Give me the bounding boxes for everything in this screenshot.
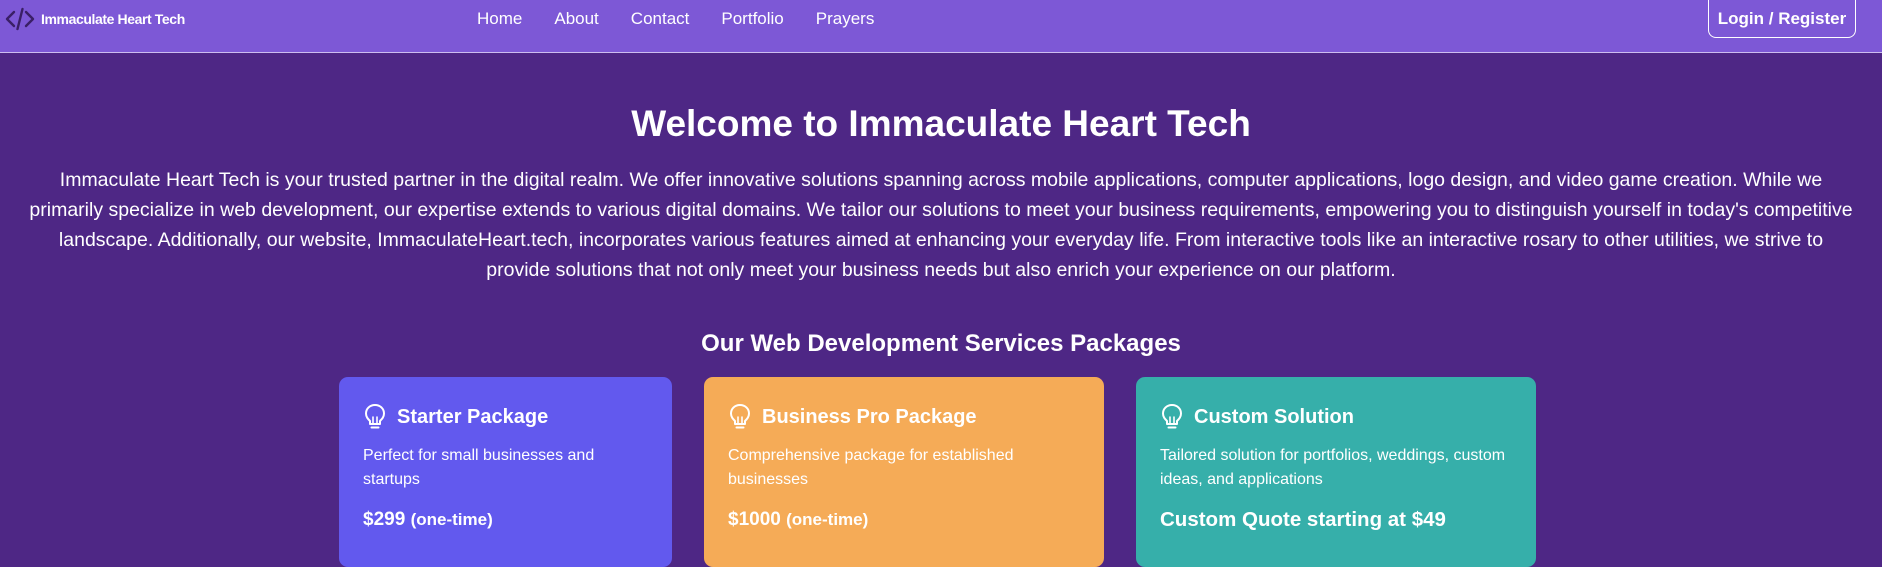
price-amount: $299: [363, 509, 406, 530]
main-nav: Home About Contact Portfolio Prayers: [477, 8, 906, 30]
card-price: $1000 (one-time): [728, 507, 1080, 533]
lightbulb-icon: [730, 404, 750, 429]
price-note: (one-time): [410, 510, 493, 529]
card-header: Business Pro Package: [728, 402, 1080, 432]
hero-title: Welcome to Immaculate Heart Tech: [631, 103, 1251, 144]
package-card-custom-solution[interactable]: Custom Solution Tailored solution for po…: [1136, 377, 1536, 567]
nav-link-home[interactable]: Home: [477, 8, 522, 30]
nav-link-contact[interactable]: Contact: [631, 8, 690, 30]
nav-link-prayers[interactable]: Prayers: [816, 8, 875, 30]
lightbulb-icon: [1162, 404, 1182, 429]
brand-name: Immaculate Heart Tech: [41, 11, 185, 27]
packages-heading: Our Web Development Services Packages: [701, 330, 1181, 357]
hero-description: Immaculate Heart Tech is your trusted pa…: [29, 169, 1853, 281]
nav-link-portfolio[interactable]: Portfolio: [721, 8, 783, 30]
brand-link[interactable]: Immaculate Heart Tech: [5, 6, 185, 32]
card-header: Starter Package: [363, 402, 648, 432]
nav-link-about[interactable]: About: [554, 8, 598, 30]
login-register-button[interactable]: Login / Register: [1708, 0, 1856, 38]
package-card-business-pro[interactable]: Business Pro Package Comprehensive packa…: [704, 377, 1104, 567]
card-title: Custom Solution: [1194, 405, 1354, 428]
card-price: $299 (one-time): [363, 507, 648, 533]
card-description: Comprehensive package for established bu…: [728, 447, 1014, 488]
card-description: Tailored solution for portfolios, weddin…: [1160, 447, 1506, 488]
card-description: Perfect for small businesses and startup…: [363, 447, 595, 488]
price-amount: $1000: [728, 509, 781, 530]
card-header: Custom Solution: [1160, 402, 1512, 432]
navbar: Immaculate Heart Tech Home About Contact…: [0, 0, 1882, 53]
card-price: Custom Quote starting at $49: [1160, 508, 1446, 531]
code-icon: [5, 7, 35, 31]
lightbulb-icon: [365, 404, 385, 429]
card-title: Starter Package: [397, 405, 549, 428]
price-note: (one-time): [786, 510, 869, 529]
package-card-starter[interactable]: Starter Package Perfect for small busine…: [339, 377, 672, 567]
card-title: Business Pro Package: [762, 405, 977, 428]
